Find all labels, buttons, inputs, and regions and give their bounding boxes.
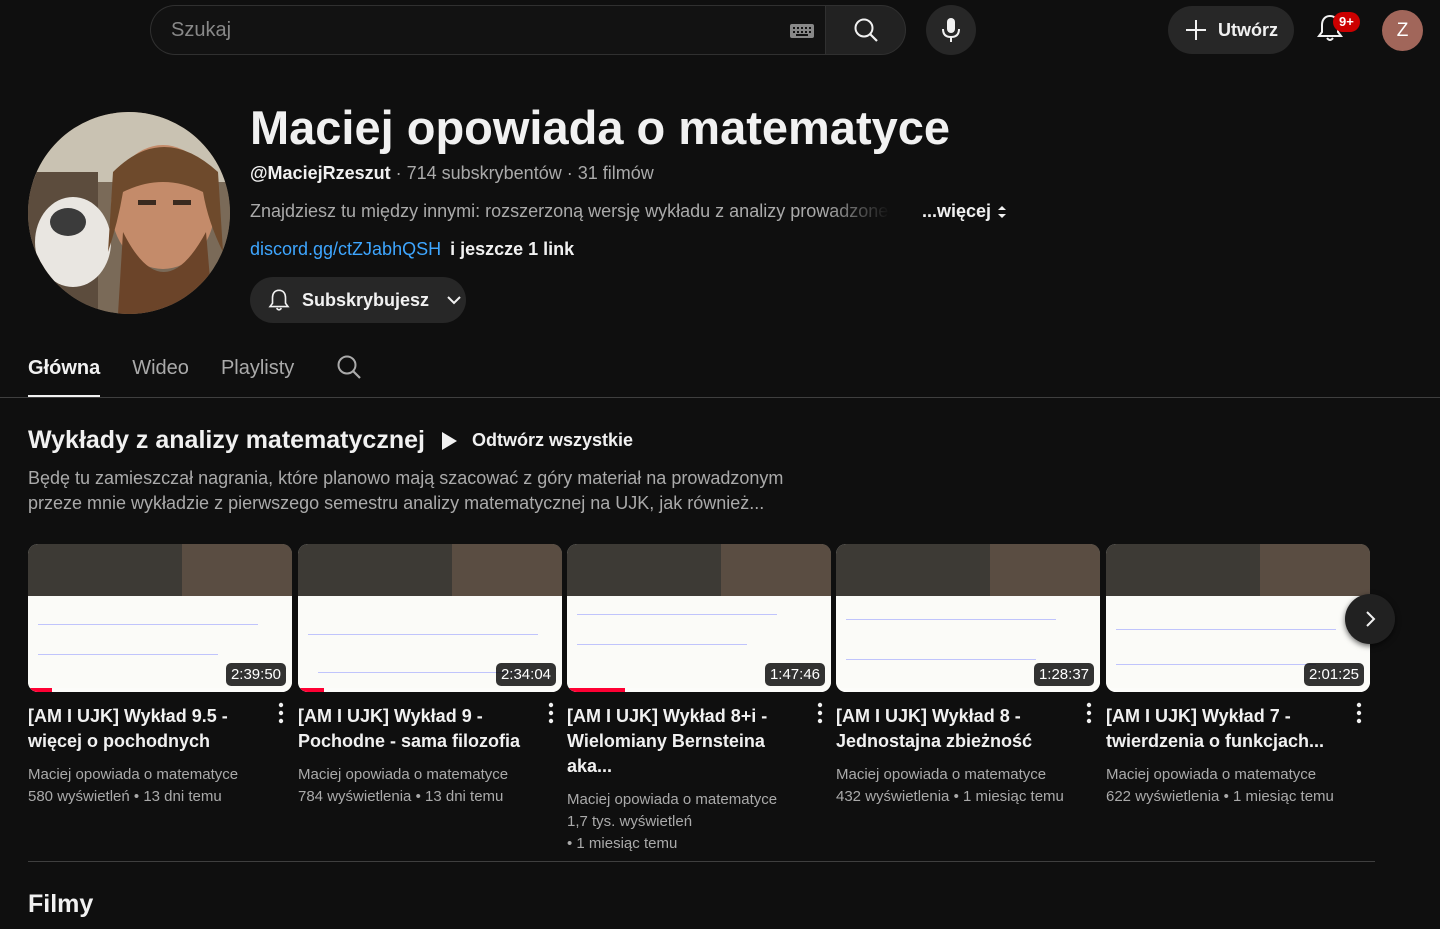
video-age: 13 dni temu bbox=[143, 788, 222, 805]
more-links[interactable]: i jeszcze 1 link bbox=[450, 239, 574, 259]
video-stats: 1,7 tys. wyświetleń • 1 miesiąc temu bbox=[567, 813, 693, 852]
video-views: 784 wyświetlenia bbox=[298, 788, 412, 805]
video-age: 1 miesiąc temu bbox=[1233, 788, 1334, 805]
search-icon bbox=[854, 18, 878, 42]
video-views: 1,7 tys. wyświetleń bbox=[567, 813, 693, 830]
search-button[interactable] bbox=[825, 5, 906, 55]
account-avatar[interactable]: Z bbox=[1382, 10, 1423, 51]
video-views: 580 wyświetleń bbox=[28, 788, 130, 805]
channel-search-button[interactable] bbox=[336, 354, 362, 385]
more-options-icon[interactable] bbox=[278, 702, 284, 729]
video-duration: 2:34:04 bbox=[495, 663, 556, 686]
play-icon bbox=[442, 431, 457, 450]
video-thumbnail[interactable]: 2:39:50 bbox=[28, 544, 292, 692]
create-button[interactable]: Utwórz bbox=[1168, 6, 1294, 54]
video-channel[interactable]: Maciej opowiada o matematyce bbox=[28, 764, 292, 786]
more-options-icon[interactable] bbox=[817, 702, 823, 729]
subscribe-button[interactable]: Subskrybujesz bbox=[250, 277, 466, 323]
voice-search-button[interactable] bbox=[926, 5, 976, 55]
channel-description[interactable]: Znajdziesz tu między innymi: rozszerzoną… bbox=[250, 201, 1009, 222]
video-stats: 622 wyświetlenia • 1 miesiąc temu bbox=[1106, 788, 1334, 805]
video-thumbnail[interactable]: 2:01:25 bbox=[1106, 544, 1370, 692]
more-options-icon[interactable] bbox=[1356, 702, 1362, 729]
video-title[interactable]: [AM I UJK] Wykład 8+i - Wielomiany Berns… bbox=[567, 704, 797, 779]
video-views: 432 wyświetlenia bbox=[836, 788, 950, 805]
video-title[interactable]: [AM I UJK] Wykład 8 - Jednostajna zbieżn… bbox=[836, 704, 1066, 754]
search-box bbox=[150, 5, 826, 55]
video-card[interactable]: 2:34:04 [AM I UJK] Wykład 9 - Pochodne -… bbox=[298, 544, 562, 808]
channel-handle: @MaciejRzeszut bbox=[250, 163, 391, 183]
video-thumbnail[interactable]: 1:47:46 bbox=[567, 544, 831, 692]
keyboard-icon[interactable] bbox=[789, 23, 815, 44]
section-divider bbox=[28, 861, 1375, 862]
video-title[interactable]: [AM I UJK] Wykład 9 - Pochodne - sama fi… bbox=[298, 704, 528, 754]
video-card[interactable]: 1:28:37 [AM I UJK] Wykład 8 - Jednostajn… bbox=[836, 544, 1100, 808]
channel-meta: @MaciejRzeszut · 714 subskrybentów · 31 … bbox=[250, 163, 654, 183]
watch-progress bbox=[28, 688, 52, 692]
chevron-down-icon bbox=[447, 296, 461, 305]
video-stats: 580 wyświetleń • 13 dni temu bbox=[28, 788, 222, 805]
video-card[interactable]: 2:39:50 [AM I UJK] Wykład 9.5 - więcej o… bbox=[28, 544, 292, 808]
bell-icon bbox=[268, 289, 290, 311]
video-duration: 1:28:37 bbox=[1033, 663, 1094, 686]
subscribe-label: Subskrybujesz bbox=[302, 289, 430, 310]
play-all-button[interactable]: Odtwórz wszystkie bbox=[440, 430, 633, 451]
shelf-next-button[interactable] bbox=[1345, 594, 1395, 644]
video-title[interactable]: [AM I UJK] Wykład 7 - twierdzenia o funk… bbox=[1106, 704, 1336, 754]
video-card[interactable]: 1:47:46 [AM I UJK] Wykład 8+i - Wielomia… bbox=[567, 544, 831, 855]
video-stats: 432 wyświetlenia • 1 miesiąc temu bbox=[836, 788, 1064, 805]
video-duration: 1:47:46 bbox=[764, 663, 825, 686]
plus-icon bbox=[1186, 20, 1206, 40]
video-count: 31 filmów bbox=[577, 163, 654, 183]
video-thumbnail[interactable]: 2:34:04 bbox=[298, 544, 562, 692]
video-channel[interactable]: Maciej opowiada o matematyce bbox=[567, 789, 831, 811]
video-stats: 784 wyświetlenia • 13 dni temu bbox=[298, 788, 504, 805]
channel-links: discord.gg/ctZJabhQSH i jeszcze 1 link bbox=[250, 239, 574, 260]
channel-title: Maciej opowiada o matematyce bbox=[250, 101, 951, 154]
top-bar: Utwórz 9+ Z bbox=[0, 0, 1440, 60]
tab-home[interactable]: Główna bbox=[28, 350, 101, 398]
tabs-divider bbox=[0, 397, 1440, 398]
notifications-badge: 9+ bbox=[1333, 12, 1360, 32]
more-options-icon[interactable] bbox=[548, 702, 554, 729]
video-thumbnail[interactable]: 1:28:37 bbox=[836, 544, 1100, 692]
expand-icon bbox=[998, 205, 1007, 218]
shelf-title[interactable]: Wykłady z analizy matematycznej bbox=[28, 426, 425, 455]
video-age: 13 dni temu bbox=[425, 788, 504, 805]
search-icon bbox=[337, 355, 361, 379]
discord-link[interactable]: discord.gg/ctZJabhQSH bbox=[250, 239, 441, 259]
video-views: 622 wyświetlenia bbox=[1106, 788, 1220, 805]
chevron-right-icon bbox=[1366, 611, 1376, 627]
films-section-title[interactable]: Filmy bbox=[28, 890, 93, 919]
subscriber-count: 714 subskrybentów bbox=[406, 163, 562, 183]
more-link[interactable]: ...więcej bbox=[922, 201, 991, 222]
video-age: 1 miesiąc temu bbox=[576, 835, 678, 852]
channel-avatar bbox=[28, 112, 230, 314]
video-age: 1 miesiąc temu bbox=[963, 788, 1064, 805]
microphone-icon bbox=[942, 18, 960, 42]
tab-playlists[interactable]: Playlisty bbox=[221, 350, 294, 398]
description-text: Znajdziesz tu między innymi: rozszerzoną… bbox=[250, 201, 890, 221]
watch-progress bbox=[567, 688, 626, 692]
video-channel[interactable]: Maciej opowiada o matematyce bbox=[1106, 764, 1370, 786]
video-channel[interactable]: Maciej opowiada o matematyce bbox=[298, 764, 562, 786]
video-duration: 2:01:25 bbox=[1303, 663, 1364, 686]
video-title[interactable]: [AM I UJK] Wykład 9.5 - więcej o pochodn… bbox=[28, 704, 258, 754]
video-duration: 2:39:50 bbox=[225, 663, 286, 686]
create-label: Utwórz bbox=[1218, 19, 1278, 40]
channel-tabs: Główna Wideo Playlisty bbox=[28, 350, 294, 398]
more-options-icon[interactable] bbox=[1086, 702, 1092, 729]
shelf-description: Będę tu zamieszczał nagrania, które plan… bbox=[28, 468, 784, 513]
video-channel[interactable]: Maciej opowiada o matematyce bbox=[836, 764, 1100, 786]
search-input[interactable] bbox=[171, 6, 771, 54]
watch-progress bbox=[298, 688, 325, 692]
play-all-label: Odtwórz wszystkie bbox=[472, 430, 634, 450]
video-card[interactable]: 2:01:25 [AM I UJK] Wykład 7 - twierdzeni… bbox=[1106, 544, 1370, 808]
tab-videos[interactable]: Wideo bbox=[132, 350, 189, 398]
